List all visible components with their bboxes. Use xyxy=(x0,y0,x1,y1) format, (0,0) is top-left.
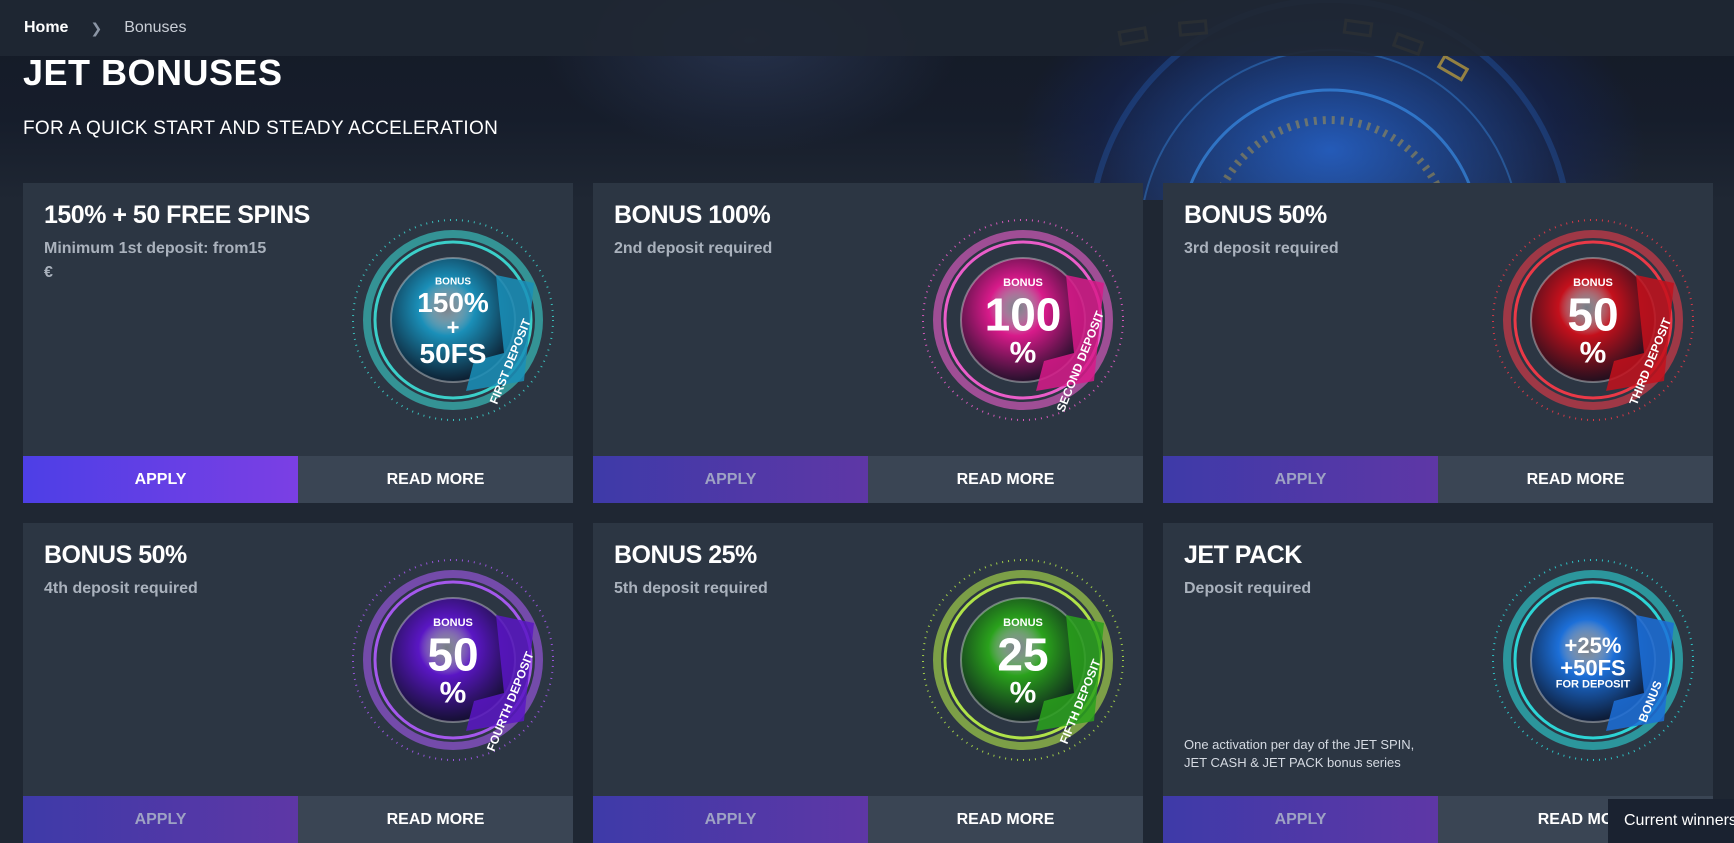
read-more-button[interactable]: READ MORE xyxy=(298,456,573,503)
bonus-badge-icon: THIRD DEPOSITBONUS50% xyxy=(1492,219,1694,421)
card-title: 150% + 50 FREE SPINS xyxy=(44,201,310,229)
bonus-card: JET PACK Deposit required One activation… xyxy=(1163,523,1713,843)
badge-text: +50FS xyxy=(1560,655,1625,680)
card-title: BONUS 100% xyxy=(614,201,771,229)
badge-text: BONUS xyxy=(433,617,473,629)
card-actions: APPLY READ MORE xyxy=(593,456,1143,503)
apply-button[interactable]: APPLY xyxy=(1163,796,1438,843)
badge-text: BONUS xyxy=(1003,277,1043,289)
bonus-badge-icon: SECOND DEPOSITBONUS100% xyxy=(922,219,1124,421)
card-subtitle: Minimum 1st deposit: from15 € xyxy=(44,240,267,281)
badge-text: 50 xyxy=(427,629,478,681)
card-title: BONUS 50% xyxy=(1184,201,1327,229)
badge-text: BONUS xyxy=(1003,617,1043,629)
apply-button[interactable]: APPLY xyxy=(593,456,868,503)
current-winners-tab[interactable]: Current winners xyxy=(1608,799,1734,843)
badge-text: + xyxy=(447,315,460,340)
card-actions: APPLY READ MORE xyxy=(593,796,1143,843)
badge-text: % xyxy=(1010,336,1037,369)
card-subtitle: Deposit required xyxy=(1184,580,1312,597)
card-actions: APPLY READ MORE xyxy=(23,456,573,503)
card-subtitle: 5th deposit required xyxy=(614,580,768,597)
card-actions: APPLY READ MORE xyxy=(1163,456,1713,503)
card-title: BONUS 25% xyxy=(614,541,757,569)
read-more-button[interactable]: READ MORE xyxy=(868,456,1143,503)
bonus-badge-icon: FOURTH DEPOSITBONUS50% xyxy=(352,559,554,761)
badge-text: 25 xyxy=(997,629,1048,681)
bonus-badge-icon: BONUS+25%+50FSFOR DEPOSIT xyxy=(1492,559,1694,761)
page-title: JET BONUSES xyxy=(23,52,283,93)
card-title: JET PACK xyxy=(1184,541,1302,569)
badge-text: 150% xyxy=(417,287,489,318)
bonus-badge-icon: FIFTH DEPOSITBONUS25% xyxy=(922,559,1124,761)
chevron-right-icon: ❯ xyxy=(90,19,103,36)
bonus-card: BONUS 50% 3rd deposit required THIRD DEP… xyxy=(1163,183,1713,503)
badge-text: +25% xyxy=(1565,633,1622,658)
breadcrumb-home-link[interactable]: Home xyxy=(24,19,68,37)
apply-button[interactable]: APPLY xyxy=(23,456,298,503)
card-subtitle: 4th deposit required xyxy=(44,580,198,597)
badge-text: % xyxy=(440,676,467,709)
badge-text: BONUS xyxy=(1573,277,1613,289)
bonus-card: BONUS 25% 5th deposit required FIFTH DEP… xyxy=(593,523,1143,843)
card-title: BONUS 50% xyxy=(44,541,187,569)
read-more-button[interactable]: READ MORE xyxy=(1438,456,1713,503)
badge-text: % xyxy=(1580,336,1607,369)
bonus-card: BONUS 100% 2nd deposit required SECOND D… xyxy=(593,183,1143,503)
bonus-card: 150% + 50 FREE SPINS Minimum 1st deposit… xyxy=(23,183,573,503)
badge-text: 100 xyxy=(985,289,1062,341)
read-more-button[interactable]: READ MORE xyxy=(298,796,573,843)
breadcrumb: Home ❯ Bonuses xyxy=(0,0,1734,56)
card-note: One activation per day of the JET SPIN, … xyxy=(1184,737,1415,770)
card-actions: APPLY READ MORE xyxy=(23,796,573,843)
read-more-button[interactable]: READ MORE xyxy=(868,796,1143,843)
badge-text: % xyxy=(1010,676,1037,709)
breadcrumb-current: Bonuses xyxy=(124,19,187,36)
apply-button[interactable]: APPLY xyxy=(593,796,868,843)
badge-text: FOR DEPOSIT xyxy=(1556,678,1631,690)
apply-button[interactable]: APPLY xyxy=(1163,456,1438,503)
bonus-badge-icon: FIRST DEPOSITBONUS150%+50FS xyxy=(352,219,554,421)
badge-text: 50 xyxy=(1567,289,1618,341)
page-subtitle: FOR A QUICK START AND STEADY ACCELERATIO… xyxy=(23,118,499,139)
apply-button[interactable]: APPLY xyxy=(23,796,298,843)
card-subtitle: 2nd deposit required xyxy=(614,240,773,257)
bonus-card: BONUS 50% 4th deposit required FOURTH DE… xyxy=(23,523,573,843)
card-subtitle: 3rd deposit required xyxy=(1184,240,1339,257)
badge-text: 50FS xyxy=(420,338,487,369)
